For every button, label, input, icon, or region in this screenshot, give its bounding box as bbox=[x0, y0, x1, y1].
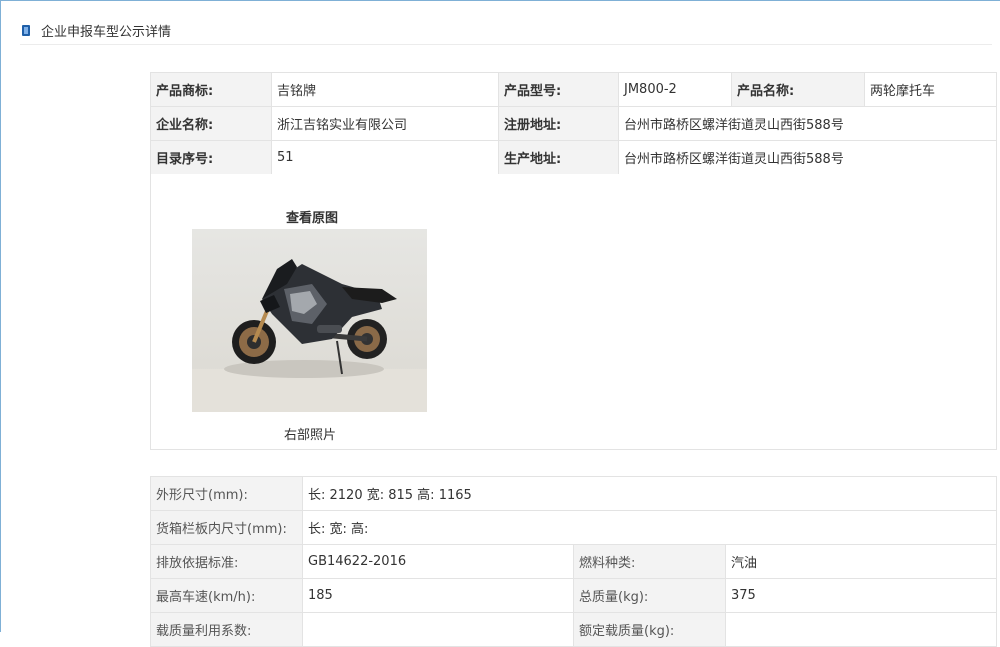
prod-address-label: 生产地址: bbox=[498, 140, 619, 175]
table-row: 目录序号: 51 生产地址: 台州市路桥区螺洋街道灵山西街588号 bbox=[150, 140, 997, 175]
emission-label: 排放依据标准: bbox=[150, 544, 303, 579]
emission-value: GB14622-2016 bbox=[302, 544, 574, 579]
model-label: 产品型号: bbox=[498, 72, 619, 107]
rated-load-value bbox=[725, 612, 997, 647]
product-info-table: 产品商标: 吉铭牌 产品型号: JM800-2 产品名称: 两轮摩托车 企业名称… bbox=[150, 72, 997, 175]
load-utilization-label: 载质量利用系数: bbox=[150, 612, 303, 647]
catalog-label: 目录序号: bbox=[150, 140, 272, 175]
dimensions-label: 外形尺寸(mm): bbox=[150, 476, 303, 511]
product-name-value: 两轮摩托车 bbox=[864, 72, 997, 107]
company-label: 企业名称: bbox=[150, 106, 272, 141]
max-speed-label: 最高车速(km/h): bbox=[150, 578, 303, 613]
window-border-left bbox=[0, 0, 1, 632]
book-icon bbox=[22, 24, 30, 36]
photo-caption: 右部照片 bbox=[284, 428, 337, 443]
cargo-dimensions-label: 货箱栏板内尺寸(mm): bbox=[150, 510, 303, 545]
fuel-value: 汽油 bbox=[725, 544, 997, 579]
max-speed-value: 185 bbox=[302, 578, 574, 613]
window-border-top bbox=[0, 0, 1000, 1]
table-row: 企业名称: 浙江吉铭实业有限公司 注册地址: 台州市路桥区螺洋街道灵山西街588… bbox=[150, 106, 997, 141]
dimensions-value: 长: 2120 宽: 815 高: 1165 bbox=[302, 476, 997, 511]
page-header: 企业申报车型公示详情 bbox=[22, 20, 171, 40]
catalog-value: 51 bbox=[271, 140, 499, 175]
reg-address-label: 注册地址: bbox=[498, 106, 619, 141]
trademark-label: 产品商标: bbox=[150, 72, 272, 107]
view-original-link[interactable]: 查看原图 bbox=[286, 207, 338, 226]
rated-load-label: 额定载质量(kg): bbox=[573, 612, 726, 647]
header-divider bbox=[20, 44, 992, 45]
photo-panel: 查看原图 右部照片 bbox=[150, 174, 997, 450]
fuel-label: 燃料种类: bbox=[573, 544, 726, 579]
total-mass-label: 总质量(kg): bbox=[573, 578, 726, 613]
prod-address-value: 台州市路桥区螺洋街道灵山西街588号 bbox=[618, 140, 997, 175]
trademark-value: 吉铭牌 bbox=[271, 72, 499, 107]
total-mass-value: 375 bbox=[725, 578, 997, 613]
page-title: 企业申报车型公示详情 bbox=[41, 24, 172, 40]
load-utilization-value bbox=[302, 612, 574, 647]
table-row: 排放依据标准: GB14622-2016 燃料种类: 汽油 bbox=[150, 544, 997, 579]
motorcycle-photo[interactable] bbox=[192, 229, 427, 412]
table-row: 载质量利用系数: 额定载质量(kg): bbox=[150, 612, 997, 647]
model-value: JM800-2 bbox=[618, 72, 732, 107]
company-value: 浙江吉铭实业有限公司 bbox=[271, 106, 499, 141]
spec-table: 外形尺寸(mm): 长: 2120 宽: 815 高: 1165 货箱栏板内尺寸… bbox=[150, 476, 997, 647]
cargo-dimensions-value: 长: 宽: 高: bbox=[302, 510, 997, 545]
table-row: 产品商标: 吉铭牌 产品型号: JM800-2 产品名称: 两轮摩托车 bbox=[150, 72, 997, 107]
reg-address-value: 台州市路桥区螺洋街道灵山西街588号 bbox=[618, 106, 997, 141]
product-name-label: 产品名称: bbox=[731, 72, 865, 107]
table-row: 最高车速(km/h): 185 总质量(kg): 375 bbox=[150, 578, 997, 613]
table-row: 外形尺寸(mm): 长: 2120 宽: 815 高: 1165 bbox=[150, 476, 997, 511]
table-row: 货箱栏板内尺寸(mm): 长: 宽: 高: bbox=[150, 510, 997, 545]
